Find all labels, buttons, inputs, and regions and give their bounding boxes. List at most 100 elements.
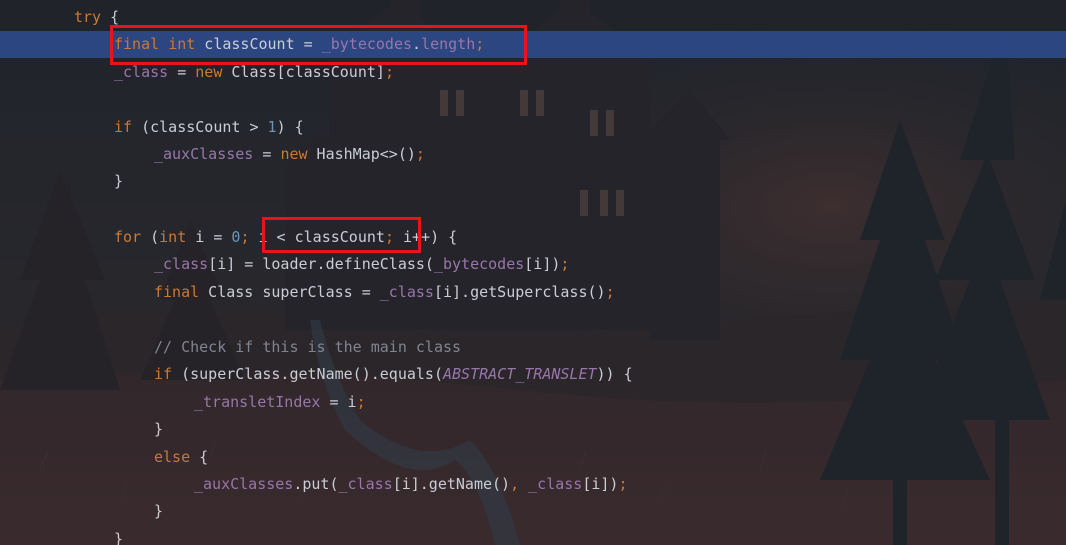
constant-token: ABSTRACT_TRANSLET [443,365,597,383]
field-token: _class [154,255,209,273]
comment-token: // Check if this is the main class [154,338,462,356]
code-line-text[interactable]: } [154,416,163,443]
code-line-18[interactable]: _auxClasses.put(_class[i].getName(), _cl… [0,471,1066,498]
code-line-text[interactable]: if (classCount > 1) { [114,114,304,141]
field-token: _auxClasses [194,475,294,493]
code-token: [i] = loader.defineClass( [208,255,434,273]
code-line-6[interactable]: _auxClasses = new HashMap<>(); [0,141,1066,168]
code-token: = i [320,393,357,411]
code-token: } [154,502,164,520]
field-token: _class [114,63,169,81]
code-line-3[interactable]: _class = new Class[classCount]; [0,59,1066,86]
code-line-text[interactable]: } [114,526,123,545]
keyword-token: for [114,228,142,246]
code-token: = [253,145,281,163]
code-line-20[interactable]: } [0,526,1066,545]
code-line-text[interactable]: else { [154,444,208,471]
keyword-token: ; [560,255,570,273]
code-token: [i]) [582,475,619,493]
field-token: _bytecodes [433,255,525,273]
code-line-13[interactable]: // Check if this is the main class [0,334,1066,361]
code-token: i = [186,228,232,246]
code-token: )) { [596,365,633,383]
code-line-2-current[interactable]: final int classCount = _bytecodes.length… [0,31,1066,58]
keyword-token: , [510,475,520,493]
keyword-token: ; [618,475,628,493]
code-line-text[interactable]: // Check if this is the main class [154,334,461,361]
code-token: [i].getName() [392,475,511,493]
code-token: HashMap<>() [307,145,416,163]
keyword-token: final [154,283,200,301]
keyword-token: try [74,8,102,26]
code-line-17[interactable]: else { [0,444,1066,471]
code-line-text[interactable]: _auxClasses.put(_class[i].getName(), _cl… [194,471,628,498]
code-token: } [114,530,124,545]
code-line-10[interactable]: _class[i] = loader.defineClass(_bytecode… [0,251,1066,278]
keyword-token: else [154,448,191,466]
number-token: 1 [267,118,277,136]
code-token: i++) { [393,228,458,246]
code-token: } [114,172,124,190]
keyword-token: new [195,63,223,81]
code-line-9[interactable]: for (int i = 0; i < classCount; i++) { [0,224,1066,251]
code-token: [i].getSuperclass() [433,283,606,301]
code-line-12[interactable] [0,306,1066,333]
code-token: (superClass.getName().equals( [172,365,443,383]
code-line-text[interactable]: _transletIndex = i; [194,389,366,416]
keyword-token: if [154,365,173,383]
code-token: = [168,63,196,81]
code-token: . [412,35,422,53]
field-token: _transletIndex [194,393,321,411]
code-line-text[interactable]: final Class superClass = _class[i].getSu… [154,279,615,306]
field-token: _bytecodes [321,35,413,53]
code-line-text[interactable]: _class[i] = loader.defineClass(_bytecode… [154,251,569,278]
code-line-11[interactable]: final Class superClass = _class[i].getSu… [0,279,1066,306]
code-line-1[interactable]: try { [0,4,1066,31]
code-line-15[interactable]: _transletIndex = i; [0,389,1066,416]
code-line-text[interactable]: } [114,168,123,195]
code-token: ) { [276,118,304,136]
keyword-token: final [114,35,160,53]
code-token: classCount = [195,35,322,53]
field-token: _class [338,475,393,493]
field-token: _class [528,475,583,493]
code-line-14[interactable]: if (superClass.getName().equals(ABSTRACT… [0,361,1066,388]
code-line-16[interactable]: } [0,416,1066,443]
keyword-token: ; [475,35,485,53]
code-token: Class superClass = [199,283,380,301]
code-line-text[interactable]: for (int i = 0; i < classCount; i++) { [114,224,457,251]
code-line-text[interactable]: _auxClasses = new HashMap<>(); [154,141,425,168]
keyword-token: int [168,35,196,53]
code-token: i < classCount [249,228,385,246]
code-line-5[interactable]: if (classCount > 1) { [0,114,1066,141]
code-token: } [154,420,164,438]
code-line-text[interactable]: _class = new Class[classCount]; [114,59,394,86]
code-token: [i]) [524,255,561,273]
field-token: _class [379,283,434,301]
code-token: (classCount > [132,118,268,136]
keyword-token: ; [415,145,425,163]
code-token: ( [141,228,160,246]
keyword-token: ; [356,393,366,411]
code-line-text[interactable]: if (superClass.getName().equals(ABSTRACT… [154,361,633,388]
keyword-token: ; [605,283,615,301]
code-line-4[interactable] [0,86,1066,113]
code-line-text[interactable]: final int classCount = _bytecodes.length… [114,31,484,58]
code-token: .put( [293,475,339,493]
keyword-token: if [114,118,133,136]
code-line-19[interactable]: } [0,498,1066,525]
keyword-token: new [280,145,308,163]
code-editor[interactable]: try { final int classCount = _bytecodes.… [0,0,1066,545]
code-line-text[interactable]: try { [74,4,119,31]
code-line-8[interactable] [0,196,1066,223]
keyword-token: ; [384,228,394,246]
code-line-7[interactable]: } [0,168,1066,195]
code-token: Class[classCount] [222,63,385,81]
keyword-token: ; [384,63,394,81]
code-line-text[interactable]: } [154,498,163,525]
code-token: { [190,448,209,466]
field-token: length [421,35,476,53]
keyword-token: int [159,228,187,246]
